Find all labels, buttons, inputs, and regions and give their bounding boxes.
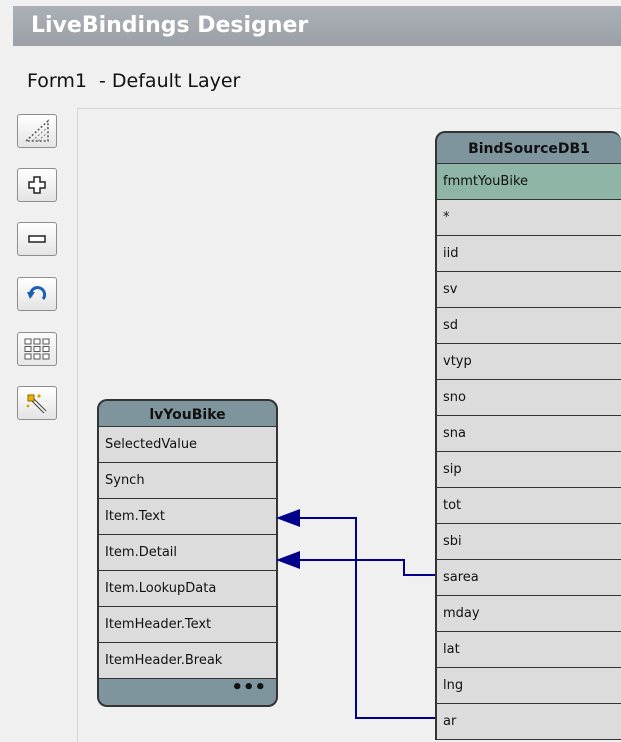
lvyoubike-field-itemheader-text[interactable]: ItemHeader.Text (97, 607, 278, 643)
lvyoubike-field-synch[interactable]: Synch (97, 463, 278, 499)
magic-wand-icon (26, 394, 47, 414)
bindsourcedb1-field-tot[interactable]: tot (435, 488, 621, 524)
lvyoubike-field-itemheader-break[interactable]: ItemHeader.Break (97, 643, 278, 679)
lvyoubike-more-button[interactable]: ••• (97, 679, 278, 707)
bindsourcedb1-field-fmmtyoubike[interactable]: fmmtYouBike (435, 164, 621, 200)
bindsourcedb1-field-lat[interactable]: lat (435, 632, 621, 668)
bindsourcedb1-field-lng[interactable]: lng (435, 668, 621, 704)
lvyoubike-field-selectedvalue[interactable]: SelectedValue (97, 427, 278, 463)
lvyoubike-field-item-text[interactable]: Item.Text (97, 499, 278, 535)
lvyoubike-node[interactable]: lvYouBike SelectedValue Synch Item.Text … (97, 399, 278, 707)
bindsourcedb1-field-star[interactable]: * (435, 200, 621, 236)
bindsourcedb1-field-sarea[interactable]: sarea (435, 560, 621, 596)
bindsourcedb1-field-vtyp[interactable]: vtyp (435, 344, 621, 380)
layout-icon (24, 119, 49, 142)
bindsourcedb1-field-ar[interactable]: ar (435, 704, 621, 740)
layer-label: Form1 - Default Layer (27, 70, 241, 92)
more-icon: ••• (231, 677, 266, 698)
lvyoubike-field-item-lookupdata[interactable]: Item.LookupData (97, 571, 278, 607)
magic-wand-button[interactable] (17, 386, 57, 420)
lvyoubike-field-item-detail[interactable]: Item.Detail (97, 535, 278, 571)
bindsourcedb1-field-sna[interactable]: sna (435, 416, 621, 452)
bindsourcedb1-field-sv[interactable]: sv (435, 272, 621, 308)
bindsourcedb1-node-title: BindSourceDB1 (435, 131, 621, 164)
designer-title-bar: LiveBindings Designer (13, 6, 621, 46)
grid-button[interactable] (17, 332, 57, 366)
undo-button[interactable] (17, 277, 57, 311)
bindsourcedb1-field-iid[interactable]: iid (435, 236, 621, 272)
zoom-in-button[interactable] (17, 168, 57, 202)
undo-icon (27, 286, 47, 300)
bindsourcedb1-field-sd[interactable]: sd (435, 308, 621, 344)
zoom-out-icon (28, 235, 46, 243)
layout-button[interactable] (17, 114, 57, 148)
bindsourcedb1-node[interactable]: BindSourceDB1 fmmtYouBike * iid sv sd vt… (435, 131, 621, 740)
zoom-out-button[interactable] (17, 222, 57, 256)
bindsourcedb1-field-mday[interactable]: mday (435, 596, 621, 632)
bindsourcedb1-field-sbi[interactable]: sbi (435, 524, 621, 560)
grid-icon (24, 338, 50, 360)
zoom-in-icon (28, 176, 46, 194)
designer-title: LiveBindings Designer (31, 13, 309, 38)
bindsourcedb1-field-sip[interactable]: sip (435, 452, 621, 488)
bindsourcedb1-field-sno[interactable]: sno (435, 380, 621, 416)
lvyoubike-node-title: lvYouBike (97, 399, 278, 427)
